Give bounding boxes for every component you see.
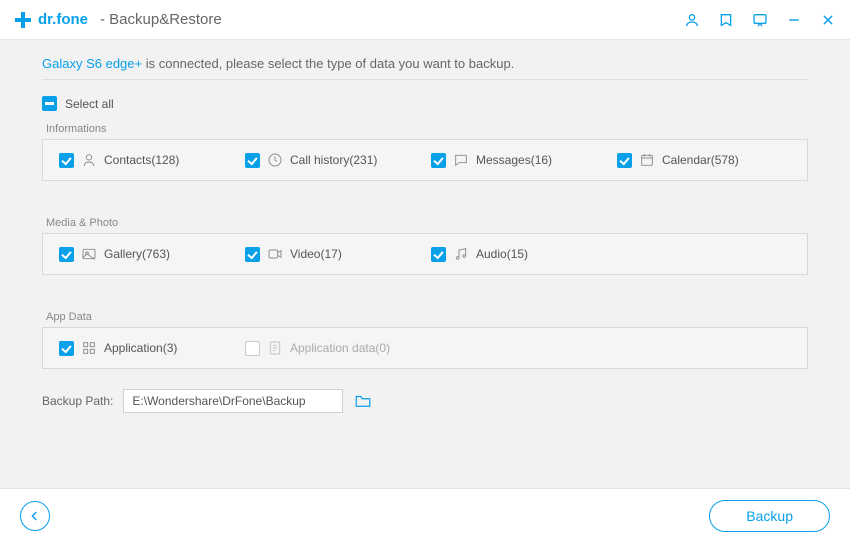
group-title-media: Media & Photo xyxy=(46,217,808,229)
select-all-label: Select all xyxy=(65,97,114,111)
footer: Backup xyxy=(0,488,850,542)
item-video[interactable]: Video(17) xyxy=(245,246,419,262)
group-title-appdata: App Data xyxy=(46,311,808,323)
item-label: Audio(15) xyxy=(476,247,528,261)
section-title: - Backup&Restore xyxy=(100,11,222,28)
item-label: Application data(0) xyxy=(290,341,390,355)
titlebar: dr.fone - Backup&Restore xyxy=(0,0,850,40)
item-label: Gallery(763) xyxy=(104,247,170,261)
status-message: is connected, please select the type of … xyxy=(142,56,514,71)
checkbox[interactable] xyxy=(431,247,446,262)
item-application[interactable]: Application(3) xyxy=(59,340,233,356)
item-label: Messages(16) xyxy=(476,153,552,167)
backup-path-row: Backup Path: xyxy=(42,389,808,413)
browse-folder-button[interactable] xyxy=(353,391,373,411)
group-appdata: Application(3) Application data(0) xyxy=(42,327,808,369)
inbox-icon[interactable] xyxy=(718,12,734,28)
item-calendar[interactable]: Calendar(578) xyxy=(617,152,791,168)
gallery-icon xyxy=(81,246,97,262)
item-contacts[interactable]: Contacts(128) xyxy=(59,152,233,168)
checkbox[interactable] xyxy=(617,153,632,168)
main-content: Galaxy S6 edge+ is connected, please sel… xyxy=(0,40,850,413)
close-button[interactable] xyxy=(820,12,836,28)
checkbox[interactable] xyxy=(59,247,74,262)
item-messages[interactable]: Messages(16) xyxy=(431,152,605,168)
item-label: Contacts(128) xyxy=(104,153,179,167)
group-media: Gallery(763) Video(17) Audio(15) xyxy=(42,233,808,275)
back-button[interactable] xyxy=(20,501,50,531)
backup-path-label: Backup Path: xyxy=(42,394,113,408)
select-all-row[interactable]: Select all xyxy=(42,96,808,111)
item-label: Call history(231) xyxy=(290,153,377,167)
feedback-icon[interactable] xyxy=(752,12,768,28)
clock-icon xyxy=(267,152,283,168)
plus-icon xyxy=(14,11,32,29)
message-icon xyxy=(453,152,469,168)
brand-name: dr.fone xyxy=(38,11,88,28)
device-name: Galaxy S6 edge+ xyxy=(42,56,142,71)
item-audio[interactable]: Audio(15) xyxy=(431,246,605,262)
backup-path-input[interactable] xyxy=(123,389,343,413)
group-title-informations: Informations xyxy=(46,123,808,135)
item-application-data[interactable]: Application data(0) xyxy=(245,340,419,356)
apps-icon xyxy=(81,340,97,356)
backup-button[interactable]: Backup xyxy=(709,500,830,532)
checkbox[interactable] xyxy=(59,341,74,356)
minimize-button[interactable] xyxy=(786,12,802,28)
checkbox[interactable] xyxy=(245,247,260,262)
checkbox[interactable] xyxy=(245,341,260,356)
video-icon xyxy=(267,246,283,262)
item-call-history[interactable]: Call history(231) xyxy=(245,152,419,168)
item-gallery[interactable]: Gallery(763) xyxy=(59,246,233,262)
account-icon[interactable] xyxy=(684,12,700,28)
checkbox[interactable] xyxy=(59,153,74,168)
checkbox[interactable] xyxy=(245,153,260,168)
app-logo: dr.fone - Backup&Restore xyxy=(14,11,222,29)
item-label: Video(17) xyxy=(290,247,342,261)
item-label: Calendar(578) xyxy=(662,153,739,167)
select-all-checkbox[interactable] xyxy=(42,96,57,111)
checkbox[interactable] xyxy=(431,153,446,168)
calendar-icon xyxy=(639,152,655,168)
item-label: Application(3) xyxy=(104,341,177,355)
audio-icon xyxy=(453,246,469,262)
contacts-icon xyxy=(81,152,97,168)
group-informations: Contacts(128) Call history(231) Messages… xyxy=(42,139,808,181)
appdata-icon xyxy=(267,340,283,356)
status-line: Galaxy S6 edge+ is connected, please sel… xyxy=(42,56,808,80)
